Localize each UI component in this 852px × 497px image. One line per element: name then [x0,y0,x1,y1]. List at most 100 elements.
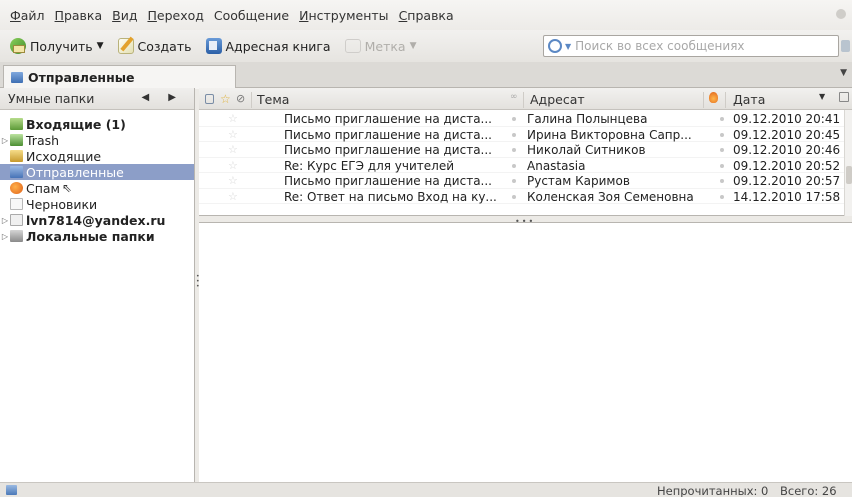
menu-go[interactable]: Переход [142,8,208,23]
read-status-icon[interactable] [512,179,516,183]
inbox-icon [10,118,23,130]
account-yandex[interactable]: ▷ lvn7814@yandex.ru [0,212,194,228]
folder-view-label: Умные папки [8,91,95,106]
expand-icon[interactable]: ▷ [0,216,10,225]
read-status-icon[interactable] [512,132,516,137]
read-status-icon[interactable] [512,117,516,121]
chevron-down-icon[interactable]: ▼ [97,41,104,51]
thread-column-icon[interactable] [205,94,214,104]
message-row[interactable]: ☆ Письмо приглашение на диста... Ирина В… [199,127,844,142]
menu-file[interactable]: Файл [5,8,50,23]
search-input[interactable] [575,39,806,53]
menu-help[interactable]: Справка [394,8,459,23]
column-date[interactable]: Дата [733,92,765,107]
total-count: Всего: 26 [780,484,837,497]
message-row[interactable]: ☆ Re: Курс ЕГЭ для учителей Anastasia 09… [199,158,844,173]
junk-status-icon[interactable] [720,163,724,168]
star-icon[interactable]: ☆ [228,190,238,203]
tab-bar: Отправленные ▼ [0,62,852,89]
message-list: ☆ Письмо приглашение на диста... Галина … [199,111,844,204]
star-icon[interactable]: ☆ [228,112,238,125]
search-box[interactable]: ▼ [543,35,839,57]
unread-count: Непрочитанных: 0 [657,484,769,497]
menu-view[interactable]: Вид [107,8,142,23]
folder-spam[interactable]: Спам ⇖ [0,180,194,196]
tag-button[interactable]: Метка ▼ [340,34,422,58]
column-recipient[interactable]: Адресат [530,92,585,107]
thread-scrollbar[interactable] [844,110,852,216]
junk-column-icon[interactable] [709,92,718,103]
folder-inbox[interactable]: Входящие (1) [0,116,194,132]
outbox-icon [10,150,23,162]
address-book-button[interactable]: Адресная книга [201,34,336,58]
read-column-icon[interactable]: ∞ [510,92,518,102]
address-book-label: Адресная книга [225,38,331,54]
star-icon[interactable]: ☆ [228,174,238,187]
tag-icon [344,39,361,53]
message-preview-pane [199,222,852,482]
star-icon[interactable]: ☆ [228,128,238,141]
folder-pane-header: Умные папки ◀ ▶ [0,88,194,110]
column-picker-icon[interactable] [839,92,849,102]
local-folders[interactable]: ▷ Локальные папки [0,228,194,244]
read-status-icon[interactable] [512,148,516,152]
folder-pane: Умные папки ◀ ▶ Входящие (1) ▷ Trash Исх… [0,88,195,482]
folder-icon [11,72,23,83]
get-messages-button[interactable]: Получить ▼ [5,34,109,58]
folder-trash[interactable]: ▷ Trash [0,132,194,148]
menu-tools[interactable]: Инструменты [294,8,393,23]
folder-sent[interactable]: Отправленные [0,164,194,180]
message-row[interactable]: ☆ Письмо приглашение на диста... Галина … [199,111,844,127]
drafts-icon [10,198,23,210]
junk-status-icon[interactable] [720,179,724,183]
expand-icon[interactable]: ▷ [0,232,10,241]
attachment-column-icon[interactable]: ⊘ [236,92,245,105]
star-icon[interactable]: ☆ [228,159,238,172]
scrollbar-thumb[interactable] [846,166,852,184]
chevron-down-icon: ▼ [409,41,417,51]
thread-pane: ☆ ⊘ Тема ∞ Адресат Дата ▼ ☆ Письмо пригл… [199,88,852,216]
junk-status-icon[interactable] [720,117,724,121]
folder-outbox[interactable]: Исходящие [0,148,194,164]
mouse-cursor-icon: ⇖ [62,181,73,195]
address-book-icon [205,38,222,54]
chevron-down-icon[interactable]: ▼ [840,68,847,78]
compose-icon [117,38,134,54]
spam-icon [10,182,23,194]
read-status-icon[interactable] [512,163,516,168]
message-row[interactable]: ☆ Письмо приглашение на диста... Николай… [199,142,844,158]
junk-status-icon[interactable] [720,148,724,152]
sent-icon [10,166,23,178]
message-row[interactable]: ☆ Re: Ответ на письмо Вход на ку... Коле… [199,189,844,204]
write-label: Создать [137,38,192,54]
main-toolbar: Получить ▼ Создать Адресная книга Метка … [0,30,852,62]
search-icon[interactable] [548,39,562,53]
toolbar-overflow-icon[interactable] [841,40,850,52]
status-bar: Непрочитанных: 0 Всего: 26 [0,482,852,497]
write-button[interactable]: Создать [113,34,197,58]
activity-icon [836,9,846,19]
star-column-icon[interactable]: ☆ [220,92,231,106]
account-icon [10,214,23,226]
column-subject[interactable]: Тема [257,92,289,107]
folder-drafts[interactable]: Черновики [0,196,194,212]
get-messages-label: Получить [30,38,93,54]
local-folders-icon [10,230,23,242]
junk-status-icon[interactable] [720,194,724,199]
chevron-down-icon[interactable]: ▼ [565,42,571,51]
menubar: Файл Правка Вид Переход Сообщение Инстру… [0,0,852,30]
star-icon[interactable]: ☆ [228,143,238,156]
tab-title: Отправленные [28,70,135,85]
tag-label: Метка [364,38,406,54]
expand-icon[interactable]: ▷ [0,136,10,145]
menu-message[interactable]: Сообщение [209,8,294,23]
read-status-icon[interactable] [512,194,516,199]
online-status-icon[interactable] [6,485,17,495]
tab-sent[interactable]: Отправленные [3,65,236,89]
folder-view-switch[interactable]: ◀ ▶ [141,92,184,103]
menu-edit[interactable]: Правка [50,8,108,23]
sort-descending-icon[interactable]: ▼ [819,92,825,101]
trash-icon [10,134,23,146]
message-row[interactable]: ☆ Письмо приглашение на диста... Рустам … [199,173,844,189]
junk-status-icon[interactable] [720,132,724,137]
